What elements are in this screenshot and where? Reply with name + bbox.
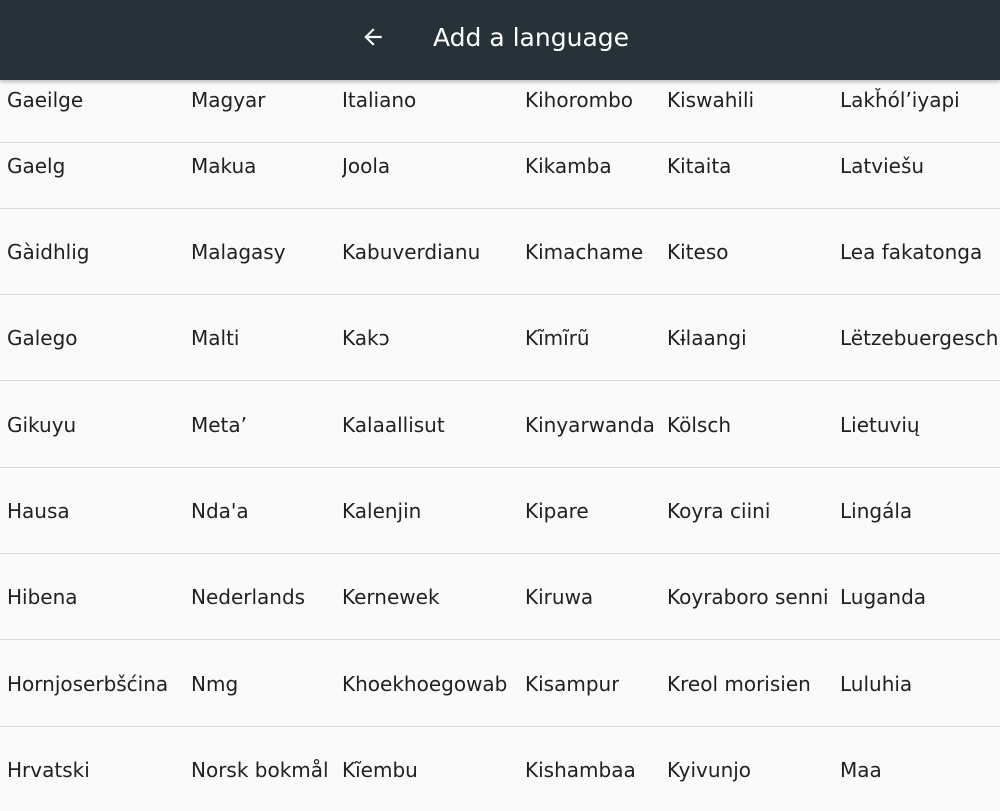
language-item[interactable]: Kipare: [525, 468, 589, 554]
language-item[interactable]: Kyivunjo: [667, 727, 751, 811]
language-item[interactable]: Gaelg: [7, 123, 65, 209]
language-item[interactable]: Kɨlaangi: [667, 295, 747, 381]
app-bar: Add a language: [0, 0, 1000, 80]
language-item[interactable]: Kihorombo: [525, 80, 633, 120]
language-item[interactable]: Kalenjin: [342, 468, 421, 554]
language-row: Gàidhlig Malagasy Kabuverdianu Kimachame Kit…: [0, 209, 1000, 295]
language-item[interactable]: Kiteso: [667, 209, 728, 295]
language-item[interactable]: Magyar: [191, 80, 266, 120]
language-item[interactable]: Latviešu: [840, 123, 924, 209]
language-item[interactable]: Malti: [191, 295, 239, 381]
page-title: Add a language: [433, 23, 630, 52]
language-item[interactable]: Lingála: [840, 468, 912, 554]
language-item[interactable]: Maa: [840, 727, 882, 811]
language-item[interactable]: Lea fakatonga: [840, 209, 982, 295]
language-item[interactable]: Luganda: [840, 554, 926, 640]
language-item[interactable]: Makua: [191, 123, 256, 209]
back-button[interactable]: [351, 17, 395, 57]
language-item[interactable]: Kiruwa: [525, 554, 593, 640]
language-item[interactable]: Meta’: [191, 382, 247, 468]
language-item[interactable]: Kĩembu: [342, 727, 418, 811]
language-item[interactable]: Kishambaa: [525, 727, 636, 811]
language-item[interactable]: Kikamba: [525, 123, 612, 209]
language-item[interactable]: Gikuyu: [7, 382, 76, 468]
language-item[interactable]: Koyraboro senni: [667, 554, 829, 640]
language-item[interactable]: Nederlands: [191, 554, 305, 640]
language-item[interactable]: Gaeilge: [7, 80, 83, 120]
language-item[interactable]: Khoekhoegowab: [342, 641, 507, 727]
language-item[interactable]: Lëtzebuergesch: [840, 295, 998, 381]
language-item[interactable]: Ndaꞌa: [191, 468, 249, 554]
language-row: Hrvatski Norsk bokmål Kĩembu Kishambaa Kyivu…: [0, 727, 1000, 811]
language-item[interactable]: Malagasy: [191, 209, 286, 295]
language-row: Hornjoserbšćina Nmg Khoekhoegowab Kisampur K…: [0, 641, 1000, 727]
language-item[interactable]: Luluhia: [840, 641, 912, 727]
language-item[interactable]: Hrvatski: [7, 727, 90, 811]
language-item[interactable]: Norsk bokmål: [191, 727, 329, 811]
language-item[interactable]: Kernewek: [342, 554, 440, 640]
language-item[interactable]: Kimachame: [525, 209, 643, 295]
language-row: Gikuyu Meta’ Kalaallisut Kinyarwanda Kölsch L…: [0, 382, 1000, 468]
language-item[interactable]: Nmg: [191, 641, 238, 727]
language-row: Hausa Ndaꞌa Kalenjin Kipare Koyra ciini Lingá…: [0, 468, 1000, 554]
language-item[interactable]: Hornjoserbšćina: [7, 641, 168, 727]
language-item[interactable]: Hibena: [7, 554, 78, 640]
language-item[interactable]: Kreol morisien: [667, 641, 811, 727]
add-language-screen: Add a language Gaeilge Magyar Italiano Kiho…: [0, 0, 1000, 811]
language-item[interactable]: Italiano: [342, 80, 416, 120]
arrow-left-icon: [364, 28, 382, 46]
language-item[interactable]: Kabuverdianu: [342, 209, 480, 295]
language-row: Galego Malti Kakɔ Kĩmĩrũ Kɨlaangi Lëtzebuerge…: [0, 295, 1000, 381]
language-item[interactable]: Gàidhlig: [7, 209, 90, 295]
language-item[interactable]: Kiswahili: [667, 80, 754, 120]
language-item[interactable]: Kitaita: [667, 123, 731, 209]
language-item[interactable]: Lietuvių: [840, 382, 920, 468]
language-item[interactable]: Hausa: [7, 468, 70, 554]
language-item[interactable]: Galego: [7, 295, 78, 381]
language-item[interactable]: Kisampur: [525, 641, 619, 727]
language-item[interactable]: Kölsch: [667, 382, 731, 468]
language-item[interactable]: Kinyarwanda: [525, 382, 655, 468]
language-item[interactable]: Koyra ciini: [667, 468, 770, 554]
language-row: Gaelg Makua Joola Kikamba Kitaita Latviešu: [0, 123, 1000, 209]
language-item[interactable]: Kalaallisut: [342, 382, 445, 468]
language-list[interactable]: Gaeilge Magyar Italiano Kihorombo Kiswahili L…: [0, 80, 1000, 811]
language-item[interactable]: Kĩmĩrũ: [525, 295, 590, 381]
language-item[interactable]: Kakɔ: [342, 295, 390, 381]
language-item[interactable]: Lakȟól’iyapi: [840, 80, 960, 120]
language-item[interactable]: Joola: [342, 123, 390, 209]
language-row: Hibena Nederlands Kernewek Kiruwa Koyraboro …: [0, 554, 1000, 640]
